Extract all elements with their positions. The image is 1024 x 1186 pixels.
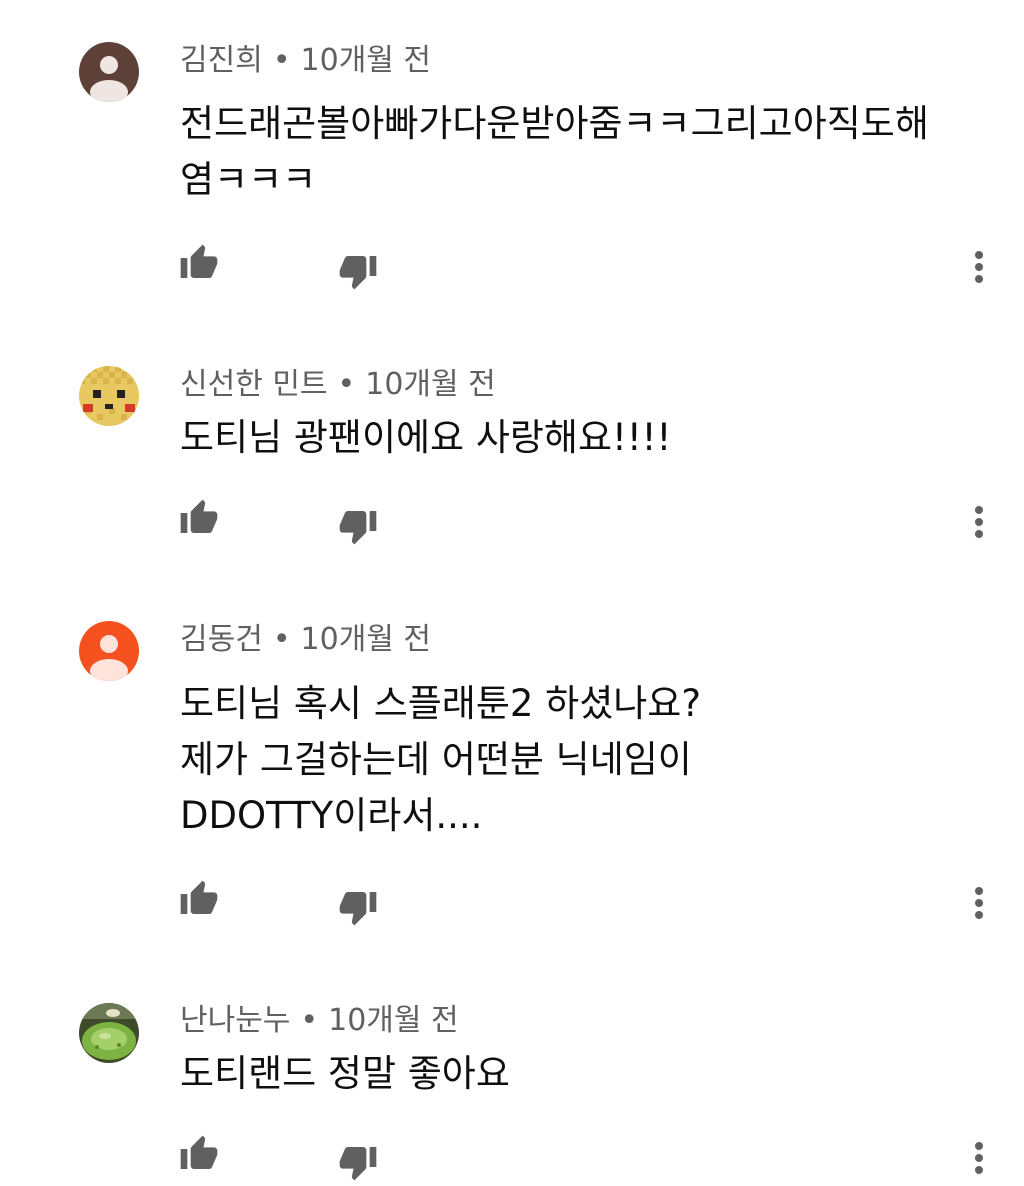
comment-text: 도티님 광팬이에요 사랑해요!!!!	[180, 416, 672, 459]
thumbs-down-icon	[339, 1147, 377, 1181]
author-name[interactable]: 난나눈누	[180, 1003, 290, 1038]
comment-item: 신선한 민트 • 10개월 전 도티님 광팬이에요 사랑해요!!!!	[0, 330, 1024, 590]
comment-time: 10개월 전	[300, 622, 432, 657]
more-options-button[interactable]	[955, 879, 1003, 927]
avatar[interactable]	[79, 366, 139, 426]
comment-meta: 김동건 • 10개월 전	[180, 620, 431, 660]
avatar[interactable]	[79, 621, 139, 681]
pixel-pikachu-avatar	[79, 366, 139, 426]
dislike-button[interactable]	[334, 502, 382, 550]
meta-separator: •	[337, 367, 356, 402]
meta-separator: •	[300, 1003, 319, 1038]
person-icon	[79, 621, 139, 681]
more-vert-icon	[975, 887, 983, 919]
thumbs-up-icon	[180, 880, 218, 914]
thumbs-up-icon	[180, 244, 218, 278]
author-name[interactable]: 김진희	[180, 43, 263, 78]
like-button[interactable]	[175, 239, 223, 287]
meta-separator: •	[272, 622, 291, 657]
like-button[interactable]	[175, 875, 223, 923]
comment-text: 도티랜드 정말 좋아요	[180, 1052, 510, 1095]
avatar[interactable]	[79, 1003, 139, 1063]
author-name[interactable]: 신선한 민트	[180, 367, 328, 402]
comment-item: 난나눈누 • 10개월 전 도티랜드 정말 좋아요	[0, 970, 1024, 1181]
comment-time: 10개월 전	[365, 367, 496, 402]
person-icon	[79, 42, 139, 102]
more-vert-icon	[975, 506, 983, 538]
thumbs-up-icon	[180, 499, 218, 533]
comment-text: 도티님 혹시 스플래툰2 하셨나요? 제가 그걸하는데 어떤분 닉네임이 DDO…	[180, 682, 701, 837]
more-options-button[interactable]	[955, 498, 1003, 546]
comment-time: 10개월 전	[300, 43, 432, 78]
comment-meta: 김진희 • 10개월 전	[180, 41, 431, 81]
comment-item: 김진희 • 10개월 전 전드래곤볼아빠가다운받아줌ㅋㅋ그리고아직도해 염ㅋㅋㅋ	[0, 0, 1024, 330]
more-vert-icon	[975, 251, 983, 283]
more-options-button[interactable]	[955, 1134, 1003, 1182]
thumbs-down-icon	[339, 892, 377, 926]
author-name[interactable]: 김동건	[180, 622, 263, 657]
meta-separator: •	[272, 43, 291, 78]
comment-meta: 난나눈누 • 10개월 전	[180, 1001, 459, 1041]
avatar[interactable]	[79, 42, 139, 102]
comment-text: 전드래곤볼아빠가다운받아줌ㅋㅋ그리고아직도해 염ㅋㅋㅋ	[180, 102, 929, 201]
comment-time: 10개월 전	[328, 1003, 459, 1038]
thumbs-down-icon	[339, 511, 377, 545]
more-options-button[interactable]	[955, 243, 1003, 291]
more-vert-icon	[975, 1142, 983, 1174]
dislike-button[interactable]	[334, 247, 382, 295]
comment-meta: 신선한 민트 • 10개월 전	[180, 365, 496, 405]
thumbs-up-icon	[180, 1135, 218, 1169]
dislike-button[interactable]	[334, 1138, 382, 1186]
comment-item: 김동건 • 10개월 전 도티님 혹시 스플래툰2 하셨나요? 제가 그걸하는데 어…	[0, 590, 1024, 970]
like-button[interactable]	[175, 494, 223, 542]
food-photo-avatar	[79, 1003, 139, 1063]
thumbs-down-icon	[339, 256, 377, 290]
dislike-button[interactable]	[334, 883, 382, 931]
